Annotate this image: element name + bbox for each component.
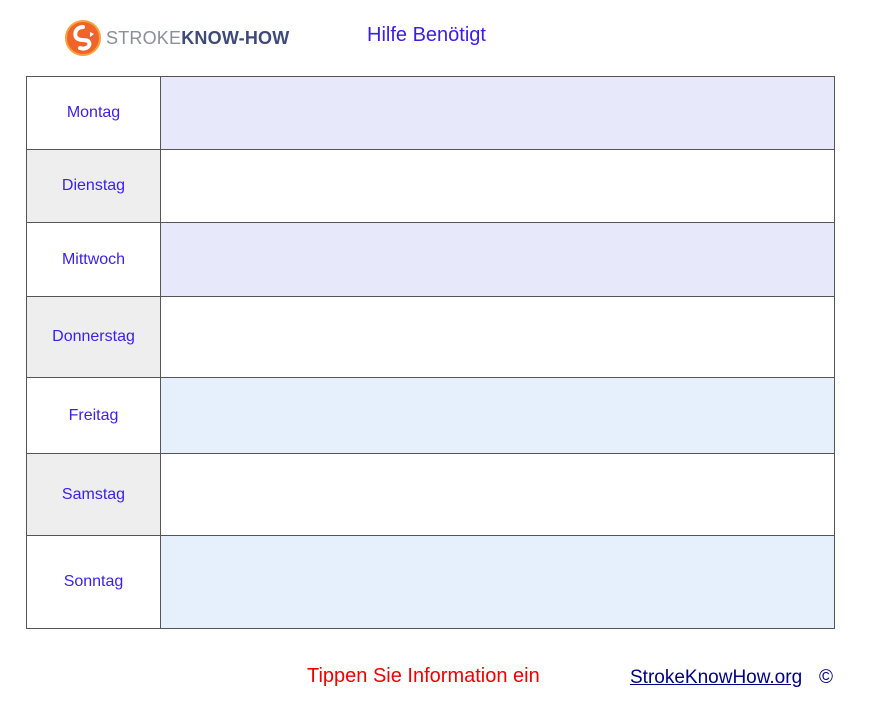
logo-knowhow-text: KNOW-HOW — [181, 27, 290, 48]
table-row: Dienstag — [26, 149, 835, 222]
table-row: Montag — [26, 76, 835, 149]
stroke-know-how-logo-icon — [65, 20, 101, 56]
entry-input-thursday[interactable] — [161, 297, 834, 377]
entry-input-wednesday[interactable] — [161, 223, 834, 296]
logo: STROKEKNOW-HOW — [65, 20, 289, 56]
strokeknowhow-link[interactable]: StrokeKnowHow.org — [630, 667, 802, 689]
entry-cell-tuesday[interactable] — [161, 150, 835, 222]
table-row: Donnerstag — [26, 296, 835, 377]
entry-input-tuesday[interactable] — [161, 150, 834, 222]
table-row: Samstag — [26, 453, 835, 535]
logo-wordmark: STROKEKNOW-HOW — [106, 28, 289, 49]
entry-cell-sunday[interactable] — [161, 536, 835, 628]
day-label-tuesday: Dienstag — [26, 150, 161, 222]
entry-cell-saturday[interactable] — [161, 454, 835, 535]
entry-cell-monday[interactable] — [161, 77, 835, 149]
entry-input-sunday[interactable] — [161, 536, 834, 628]
day-label-wednesday: Mittwoch — [26, 223, 161, 296]
input-hint: Tippen Sie Information ein — [307, 665, 540, 687]
entry-input-friday[interactable] — [161, 378, 834, 453]
day-label-friday: Freitag — [26, 378, 161, 453]
day-label-monday: Montag — [26, 77, 161, 149]
day-label-sunday: Sonntag — [26, 536, 161, 628]
day-label-saturday: Samstag — [26, 454, 161, 535]
day-label-thursday: Donnerstag — [26, 297, 161, 377]
page-title: Hilfe Benötigt — [367, 24, 486, 46]
table-row: Sonntag — [26, 535, 835, 629]
table-row: Mittwoch — [26, 222, 835, 296]
header: STROKEKNOW-HOW Hilfe Benötigt — [0, 0, 875, 76]
entry-input-saturday[interactable] — [161, 454, 834, 535]
entry-cell-thursday[interactable] — [161, 297, 835, 377]
weekday-table: Montag Dienstag Mittwoch Donnerstag Frei… — [26, 76, 835, 629]
copyright-symbol: © — [819, 667, 833, 688]
logo-stroke-text: STROKE — [106, 27, 182, 48]
entry-cell-friday[interactable] — [161, 378, 835, 453]
entry-input-monday[interactable] — [161, 77, 834, 149]
entry-cell-wednesday[interactable] — [161, 223, 835, 296]
table-row: Freitag — [26, 377, 835, 453]
